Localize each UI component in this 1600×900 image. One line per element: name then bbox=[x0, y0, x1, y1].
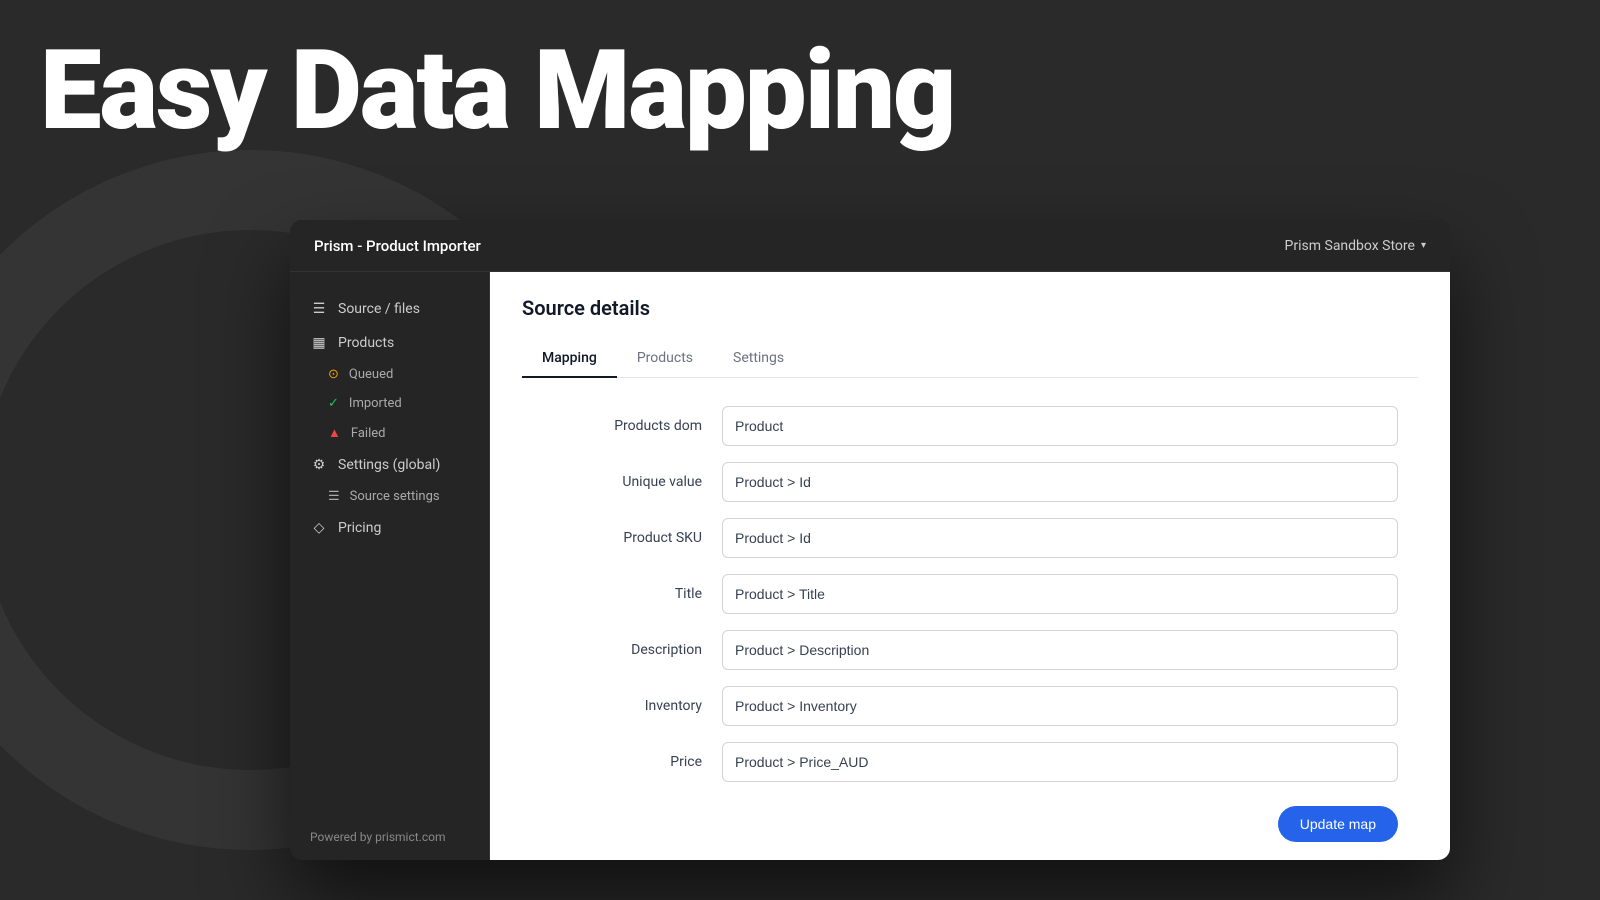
label-unique-value: Unique value bbox=[542, 474, 702, 490]
update-map-button[interactable]: Update map bbox=[1278, 806, 1398, 842]
section-title: Source details bbox=[522, 296, 1418, 320]
store-selector[interactable]: Prism Sandbox Store ▾ bbox=[1285, 238, 1426, 254]
tab-settings[interactable]: Settings bbox=[713, 340, 804, 378]
form-row-description: Description bbox=[542, 630, 1398, 670]
sidebar-item-pricing[interactable]: ◇ Pricing bbox=[290, 511, 489, 545]
sidebar-item-queued[interactable]: ⊙ Queued bbox=[290, 360, 489, 389]
sidebar: ☰ Source / files ▦ Products ⊙ Queued ✓ I… bbox=[290, 272, 490, 860]
settings-icon: ⚙ bbox=[310, 457, 328, 473]
powered-by: Powered by prismict.com bbox=[310, 830, 446, 844]
form-row-title: Title bbox=[542, 574, 1398, 614]
app-title: Prism - Product Importer bbox=[314, 237, 481, 255]
sidebar-item-label: Imported bbox=[349, 396, 402, 411]
chevron-down-icon: ▾ bbox=[1421, 240, 1426, 251]
sidebar-item-failed[interactable]: ▲ Failed bbox=[290, 418, 489, 448]
powered-by-link[interactable]: prismict.com bbox=[375, 830, 445, 844]
input-inventory[interactable] bbox=[722, 686, 1398, 726]
warning-icon: ▲ bbox=[328, 425, 341, 441]
mapping-form: Products dom Unique value Product SKU Ti… bbox=[522, 406, 1418, 842]
label-title: Title bbox=[542, 586, 702, 602]
tab-bar: Mapping Products Settings bbox=[522, 340, 1418, 378]
label-description: Description bbox=[542, 642, 702, 658]
sidebar-item-label: Source settings bbox=[350, 489, 440, 504]
source-details-panel: Source details Mapping Products Settings… bbox=[490, 272, 1450, 860]
form-footer: Update map bbox=[542, 806, 1398, 842]
app-window: Prism - Product Importer Prism Sandbox S… bbox=[290, 220, 1450, 860]
database-icon: ☰ bbox=[310, 301, 328, 317]
form-row-products-dom: Products dom bbox=[542, 406, 1398, 446]
label-inventory: Inventory bbox=[542, 698, 702, 714]
check-icon: ✓ bbox=[328, 396, 339, 411]
tab-products[interactable]: Products bbox=[617, 340, 713, 378]
app-body: ☰ Source / files ▦ Products ⊙ Queued ✓ I… bbox=[290, 272, 1450, 860]
input-price[interactable] bbox=[722, 742, 1398, 782]
input-unique-value[interactable] bbox=[722, 462, 1398, 502]
powered-by-text: Powered by bbox=[310, 830, 375, 844]
form-row-product-sku: Product SKU bbox=[542, 518, 1398, 558]
input-description[interactable] bbox=[722, 630, 1398, 670]
sidebar-item-label: Products bbox=[338, 335, 394, 351]
label-products-dom: Products dom bbox=[542, 418, 702, 434]
calendar-icon: ▦ bbox=[310, 335, 328, 351]
store-name: Prism Sandbox Store bbox=[1285, 238, 1415, 254]
sidebar-item-label: Settings (global) bbox=[338, 457, 440, 473]
label-price: Price bbox=[542, 754, 702, 770]
input-product-sku[interactable] bbox=[722, 518, 1398, 558]
main-content: Source details Mapping Products Settings… bbox=[490, 272, 1450, 860]
sidebar-item-label: Source / files bbox=[338, 301, 420, 317]
sidebar-item-label: Pricing bbox=[338, 520, 381, 536]
clock-icon: ⊙ bbox=[328, 367, 339, 382]
list-icon: ☰ bbox=[328, 489, 340, 504]
sidebar-item-source-files[interactable]: ☰ Source / files bbox=[290, 292, 489, 326]
sidebar-item-label: Queued bbox=[349, 367, 393, 382]
form-row-unique-value: Unique value bbox=[542, 462, 1398, 502]
sidebar-item-source-settings[interactable]: ☰ Source settings bbox=[290, 482, 489, 511]
input-title[interactable] bbox=[722, 574, 1398, 614]
hero-title: Easy Data Mapping bbox=[40, 30, 954, 151]
tag-icon: ◇ bbox=[310, 520, 328, 536]
form-row-price: Price bbox=[542, 742, 1398, 782]
tab-mapping[interactable]: Mapping bbox=[522, 340, 617, 378]
sidebar-item-label: Failed bbox=[351, 426, 386, 441]
input-products-dom[interactable] bbox=[722, 406, 1398, 446]
app-header: Prism - Product Importer Prism Sandbox S… bbox=[290, 220, 1450, 272]
sidebar-item-products[interactable]: ▦ Products bbox=[290, 326, 489, 360]
sidebar-item-settings-global[interactable]: ⚙ Settings (global) bbox=[290, 448, 489, 482]
label-product-sku: Product SKU bbox=[542, 530, 702, 546]
form-row-inventory: Inventory bbox=[542, 686, 1398, 726]
sidebar-item-imported[interactable]: ✓ Imported bbox=[290, 389, 489, 418]
